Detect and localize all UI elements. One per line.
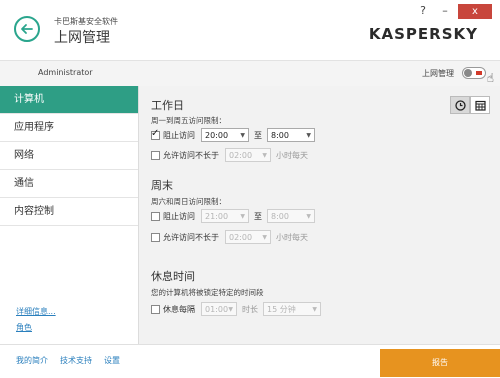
report-button[interactable]: 报告 (380, 349, 500, 377)
view-toggle (450, 96, 490, 114)
back-button[interactable] (14, 16, 40, 42)
chevron-down-icon: ▼ (306, 131, 311, 139)
weekend-block-from-value: 21:00 (205, 211, 229, 221)
parental-control-label: 上网管理 (422, 69, 454, 78)
weekend-per-day: 小时每天 (276, 232, 308, 242)
sidebar-item-applications[interactable]: 应用程序 (0, 114, 138, 142)
details-link[interactable]: 详细信息... (16, 306, 56, 317)
workday-desc: 周一到周五访问限制： (151, 116, 226, 125)
workday-allow-select[interactable]: 02:00 ▼ (225, 148, 271, 162)
page-title: 上网管理 (54, 30, 110, 46)
arrow-left-icon (21, 24, 33, 34)
rest-duration-value: 15 分钟 (267, 304, 296, 314)
weekend-block-checkbox[interactable] (151, 211, 160, 221)
calendar-icon (474, 100, 486, 111)
footer: 我的简介 技术支持 设置 报告 (0, 344, 500, 378)
weekend-allow-value: 02:00 (229, 232, 253, 242)
my-profile-link[interactable]: 我的简介 (16, 355, 48, 366)
toggle-on-indicator (476, 71, 482, 75)
roles-link[interactable]: 角色 (16, 322, 56, 333)
chevron-down-icon: ▼ (228, 305, 233, 313)
weekend-block-row: 阻止访问 21:00 ▼ 至 8:00 ▼ (151, 209, 315, 223)
workday-allow-checkbox[interactable] (151, 150, 160, 160)
rest-every-value: 01:00 (205, 304, 229, 314)
workday-block-to-select[interactable]: 8:00 ▼ (267, 128, 315, 142)
app-name: 卡巴斯基安全软件 (54, 17, 118, 26)
toggle-knob (464, 69, 472, 77)
hand-cursor-icon: ☝ (486, 71, 494, 85)
sidebar-item-network[interactable]: 网络 (0, 142, 138, 170)
chevron-down-icon: ▼ (306, 212, 311, 220)
weekend-block-to-select[interactable]: 8:00 ▼ (267, 209, 315, 223)
rest-checkbox[interactable] (151, 304, 160, 314)
rest-every-select[interactable]: 01:00 ▼ (201, 302, 237, 316)
chevron-down-icon: ▼ (240, 131, 245, 139)
workday-block-checkbox[interactable] (151, 128, 160, 140)
sidebar-item-content-control[interactable]: 内容控制 (0, 198, 138, 226)
weekend-allow-select[interactable]: 02:00 ▼ (225, 230, 271, 244)
clock-icon (454, 99, 466, 111)
sidebar-item-computer[interactable]: 计算机 (0, 86, 138, 114)
minimize-button[interactable]: – (436, 4, 454, 18)
clock-view-button[interactable] (450, 96, 470, 114)
window-controls: ? – x (414, 4, 492, 19)
workday-block-to-value: 8:00 (271, 130, 289, 140)
chevron-down-icon: ▼ (262, 233, 267, 241)
weekend-allow-label: 允许访问不长于 (163, 232, 219, 242)
weekend-allow-checkbox[interactable] (151, 232, 160, 242)
workday-block-row: 阻止访问 20:00 ▼ 至 8:00 ▼ (151, 128, 315, 142)
weekend-block-label: 阻止访问 (163, 211, 195, 221)
workday-to-word: 至 (254, 130, 262, 140)
workday-per-day: 小时每天 (276, 150, 308, 160)
weekend-to-word: 至 (254, 211, 262, 221)
rest-row: 休息每隔 01:00 ▼ 时长 15 分钟 ▼ (151, 302, 321, 316)
main-panel: 工作日 周一到周五访问限制： 阻止访问 20:00 ▼ 至 8:00 ▼ 允许访… (139, 86, 500, 344)
user-bar: Administrator 上网管理 ☝ (0, 60, 500, 87)
workday-allow-label: 允许访问不长于 (163, 150, 219, 160)
sidebar-item-communication[interactable]: 通信 (0, 170, 138, 198)
workday-allow-value: 02:00 (229, 150, 253, 160)
weekend-block-from-select[interactable]: 21:00 ▼ (201, 209, 249, 223)
footer-links: 我的简介 技术支持 设置 (16, 355, 120, 366)
help-button[interactable]: ? (414, 4, 432, 18)
weekend-block-to-value: 8:00 (271, 211, 289, 221)
calendar-view-button[interactable] (470, 96, 490, 114)
rest-label: 休息每隔 (163, 304, 195, 314)
workday-block-label: 阻止访问 (163, 130, 195, 140)
sidebar-links: 详细信息... 角色 (16, 306, 56, 338)
settings-link[interactable]: 设置 (104, 355, 120, 366)
support-link[interactable]: 技术支持 (60, 355, 92, 366)
rest-duration-label: 时长 (242, 304, 258, 314)
chevron-down-icon: ▼ (262, 151, 267, 159)
weekend-allow-row: 允许访问不长于 02:00 ▼ 小时每天 (151, 230, 308, 244)
chevron-down-icon: ▼ (240, 212, 245, 220)
workday-block-from-value: 20:00 (205, 130, 229, 140)
close-button[interactable]: x (458, 4, 492, 19)
username: Administrator (38, 68, 93, 77)
header: 卡巴斯基安全软件 上网管理 ? – x KASPERSKY (0, 0, 500, 60)
parental-control-toggle[interactable] (462, 67, 486, 79)
workday-block-from-select[interactable]: 20:00 ▼ (201, 128, 249, 142)
workday-title: 工作日 (151, 99, 184, 112)
kaspersky-logo: KASPERSKY (369, 25, 478, 43)
weekend-title: 周末 (151, 179, 173, 192)
rest-title: 休息时间 (151, 270, 195, 283)
app-window: 卡巴斯基安全软件 上网管理 ? – x KASPERSKY Administra… (0, 0, 500, 378)
rest-desc: 您的计算机将被锁定特定的时间段 (151, 288, 264, 297)
workday-allow-row: 允许访问不长于 02:00 ▼ 小时每天 (151, 148, 308, 162)
sidebar: 计算机 应用程序 网络 通信 内容控制 详细信息... 角色 (0, 86, 139, 344)
weekend-desc: 周六和周日访问限制： (151, 197, 226, 206)
logo-text: KASPERSKY (368, 25, 478, 43)
chevron-down-icon: ▼ (312, 305, 317, 313)
rest-duration-select[interactable]: 15 分钟 ▼ (263, 302, 321, 316)
